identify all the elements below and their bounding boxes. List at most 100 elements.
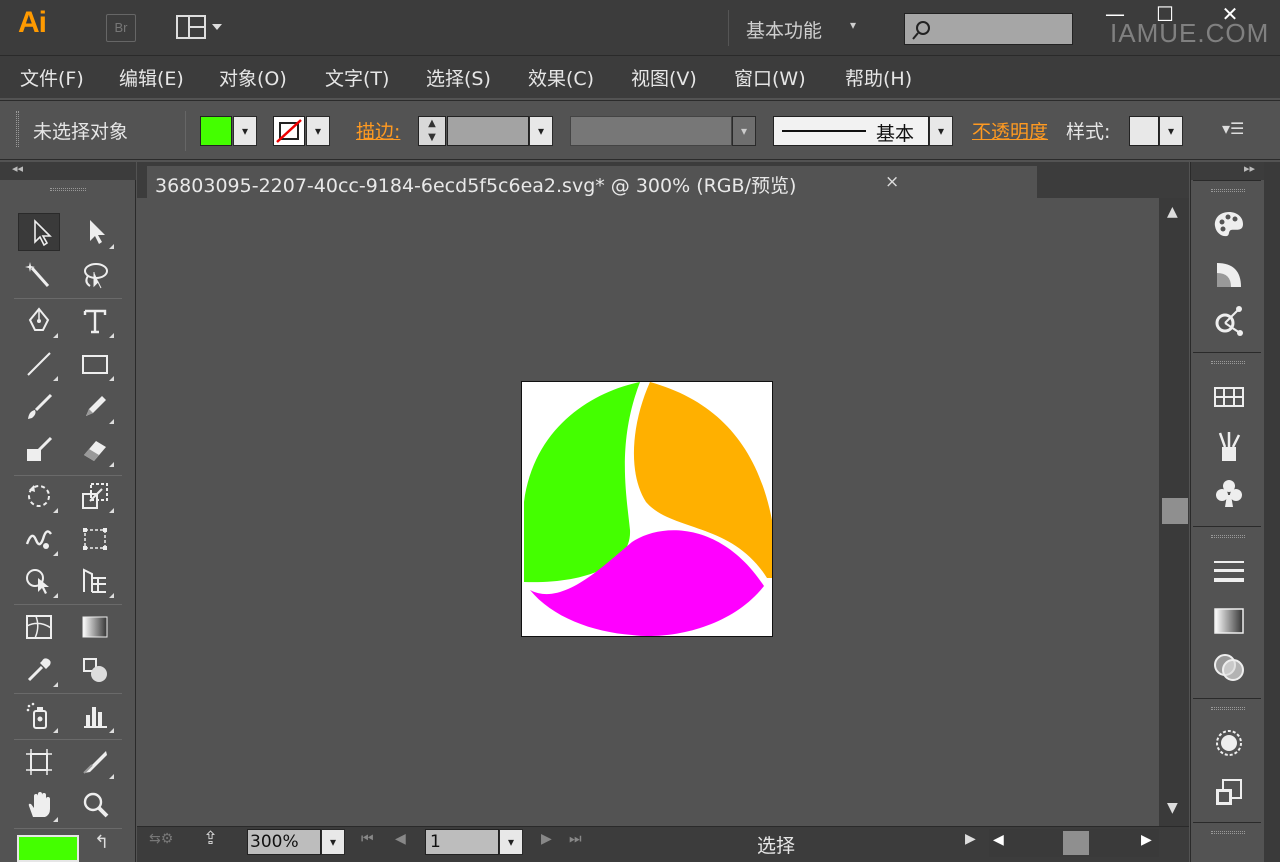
- status-toggle-icon[interactable]: ⇆⚙: [149, 831, 173, 847]
- paintbrush-tool[interactable]: [18, 388, 60, 426]
- control-bar-grip[interactable]: [16, 111, 19, 147]
- first-artboard-icon[interactable]: ⏮: [361, 831, 374, 847]
- eyedropper-tool[interactable]: [18, 651, 60, 689]
- menu-object[interactable]: 对象(O): [219, 64, 287, 91]
- warp-tool[interactable]: [18, 520, 60, 558]
- symbols-panel-button[interactable]: [1211, 475, 1247, 511]
- fill-color-indicator[interactable]: [17, 835, 79, 862]
- rotate-tool[interactable]: [18, 477, 60, 515]
- width-profile-dropdown[interactable]: ▾: [732, 116, 756, 146]
- share-icon[interactable]: ⇪: [203, 828, 218, 849]
- pencil-tool[interactable]: [74, 388, 116, 426]
- next-artboard-icon[interactable]: ▶: [541, 831, 552, 847]
- collapse-icon[interactable]: ◂◂: [12, 162, 23, 175]
- panel-menu-icon[interactable]: ▾☰: [1222, 119, 1244, 138]
- opacity-label[interactable]: 不透明度: [972, 117, 1048, 144]
- scroll-down-icon[interactable]: ▼: [1167, 800, 1178, 816]
- kuler-panel-button[interactable]: [1211, 303, 1247, 339]
- zoom-level-input[interactable]: 300%: [247, 829, 321, 855]
- slice-tool[interactable]: [74, 743, 116, 781]
- gradient-panel-button[interactable]: [1211, 603, 1247, 639]
- column-graph-tool[interactable]: [74, 697, 116, 735]
- canvas-area[interactable]: [137, 198, 1159, 826]
- tools-panel-header[interactable]: ◂◂: [0, 162, 136, 180]
- stroke-weight-dropdown[interactable]: ▾: [529, 116, 553, 146]
- search-input[interactable]: [904, 13, 1073, 45]
- menu-effect[interactable]: 效果(C): [528, 64, 594, 91]
- graphic-styles-panel-button[interactable]: [1211, 775, 1247, 811]
- blob-brush-tool[interactable]: [18, 431, 60, 469]
- swatches-panel-button[interactable]: [1211, 379, 1247, 415]
- menu-window[interactable]: 窗口(W): [734, 64, 806, 91]
- horizontal-scroll-thumb[interactable]: [1063, 831, 1089, 855]
- panel-grip[interactable]: [1211, 535, 1245, 538]
- menu-file[interactable]: 文件(F): [20, 64, 84, 91]
- scroll-right-icon[interactable]: ▶: [1141, 832, 1152, 848]
- perspective-grid-tool[interactable]: [74, 562, 116, 600]
- scroll-up-icon[interactable]: ▲: [1167, 204, 1178, 220]
- transparency-panel-button[interactable]: [1211, 649, 1247, 685]
- panel-grip[interactable]: [1211, 189, 1245, 192]
- tools-panel-grip[interactable]: [50, 188, 86, 191]
- zoom-dropdown[interactable]: ▾: [321, 829, 345, 855]
- direct-selection-tool[interactable]: [74, 213, 116, 251]
- symbol-sprayer-tool[interactable]: [18, 697, 60, 735]
- status-menu-icon[interactable]: ▶: [965, 831, 976, 847]
- panel-grip[interactable]: [1211, 831, 1245, 834]
- stroke-color-swatch[interactable]: [273, 116, 305, 146]
- menu-type[interactable]: 文字(T): [325, 64, 389, 91]
- menu-edit[interactable]: 编辑(E): [119, 64, 184, 91]
- menu-select[interactable]: 选择(S): [426, 64, 491, 91]
- horizontal-scrollbar[interactable]: ◀ ▶: [989, 829, 1159, 857]
- document-tab[interactable]: 36803095-2207-40cc-9184-6ecd5f5c6ea2.svg…: [147, 166, 1037, 198]
- menu-view[interactable]: 视图(V): [631, 64, 697, 91]
- expand-icon[interactable]: ▸▸: [1244, 162, 1255, 175]
- appearance-panel-button[interactable]: [1211, 725, 1247, 761]
- arrange-documents-button[interactable]: [176, 14, 226, 42]
- scroll-left-icon[interactable]: ◀: [993, 832, 1004, 848]
- stroke-panel-button[interactable]: [1211, 553, 1247, 589]
- scale-tool[interactable]: [74, 477, 116, 515]
- type-tool[interactable]: [74, 302, 116, 340]
- bridge-button[interactable]: Br: [106, 14, 136, 42]
- vertical-scroll-thumb[interactable]: [1162, 498, 1188, 524]
- style-dropdown[interactable]: ▾: [1159, 116, 1183, 146]
- lasso-tool[interactable]: [74, 256, 116, 294]
- previous-artboard-icon[interactable]: ◀: [395, 831, 406, 847]
- artboard-dropdown[interactable]: ▾: [499, 829, 523, 855]
- swap-fill-stroke-icon[interactable]: ↰: [94, 832, 109, 853]
- gradient-tool[interactable]: [74, 608, 116, 646]
- artboard[interactable]: [521, 381, 773, 637]
- color-guide-panel-button[interactable]: [1211, 257, 1247, 293]
- stroke-weight-input[interactable]: [447, 116, 529, 146]
- graphic-style-swatch[interactable]: [1129, 116, 1159, 146]
- line-tool[interactable]: [18, 345, 60, 383]
- variable-width-profile[interactable]: [570, 116, 732, 146]
- selection-tool[interactable]: [18, 213, 60, 251]
- artboard-tool[interactable]: [18, 743, 60, 781]
- chevron-down-icon[interactable]: ▾: [850, 18, 856, 32]
- free-transform-tool[interactable]: [74, 520, 116, 558]
- brush-dropdown[interactable]: ▾: [929, 116, 953, 146]
- magic-wand-tool[interactable]: [18, 256, 60, 294]
- fill-color-swatch[interactable]: [200, 116, 232, 146]
- panel-grip[interactable]: [1211, 361, 1245, 364]
- fill-dropdown-button[interactable]: ▾: [233, 116, 257, 146]
- stroke-dropdown-button[interactable]: ▾: [306, 116, 330, 146]
- last-artboard-icon[interactable]: ⏭: [569, 831, 582, 847]
- dock-scrollbar[interactable]: [1264, 162, 1280, 862]
- artboard-number-input[interactable]: 1: [425, 829, 499, 855]
- mesh-tool[interactable]: [18, 608, 60, 646]
- vertical-scrollbar[interactable]: ▲ ▼: [1159, 198, 1189, 826]
- rectangle-tool[interactable]: [74, 345, 116, 383]
- pen-tool[interactable]: [18, 302, 60, 340]
- color-panel-button[interactable]: [1211, 207, 1247, 243]
- close-tab-icon[interactable]: ×: [885, 172, 899, 192]
- brushes-panel-button[interactable]: [1211, 429, 1247, 465]
- brush-definition[interactable]: 基本: [773, 116, 929, 146]
- blend-tool[interactable]: [74, 651, 116, 689]
- dock-header[interactable]: ▸▸: [1191, 162, 1265, 180]
- hand-tool[interactable]: [18, 786, 60, 824]
- zoom-tool[interactable]: [74, 786, 116, 824]
- stroke-label[interactable]: 描边:: [356, 117, 400, 144]
